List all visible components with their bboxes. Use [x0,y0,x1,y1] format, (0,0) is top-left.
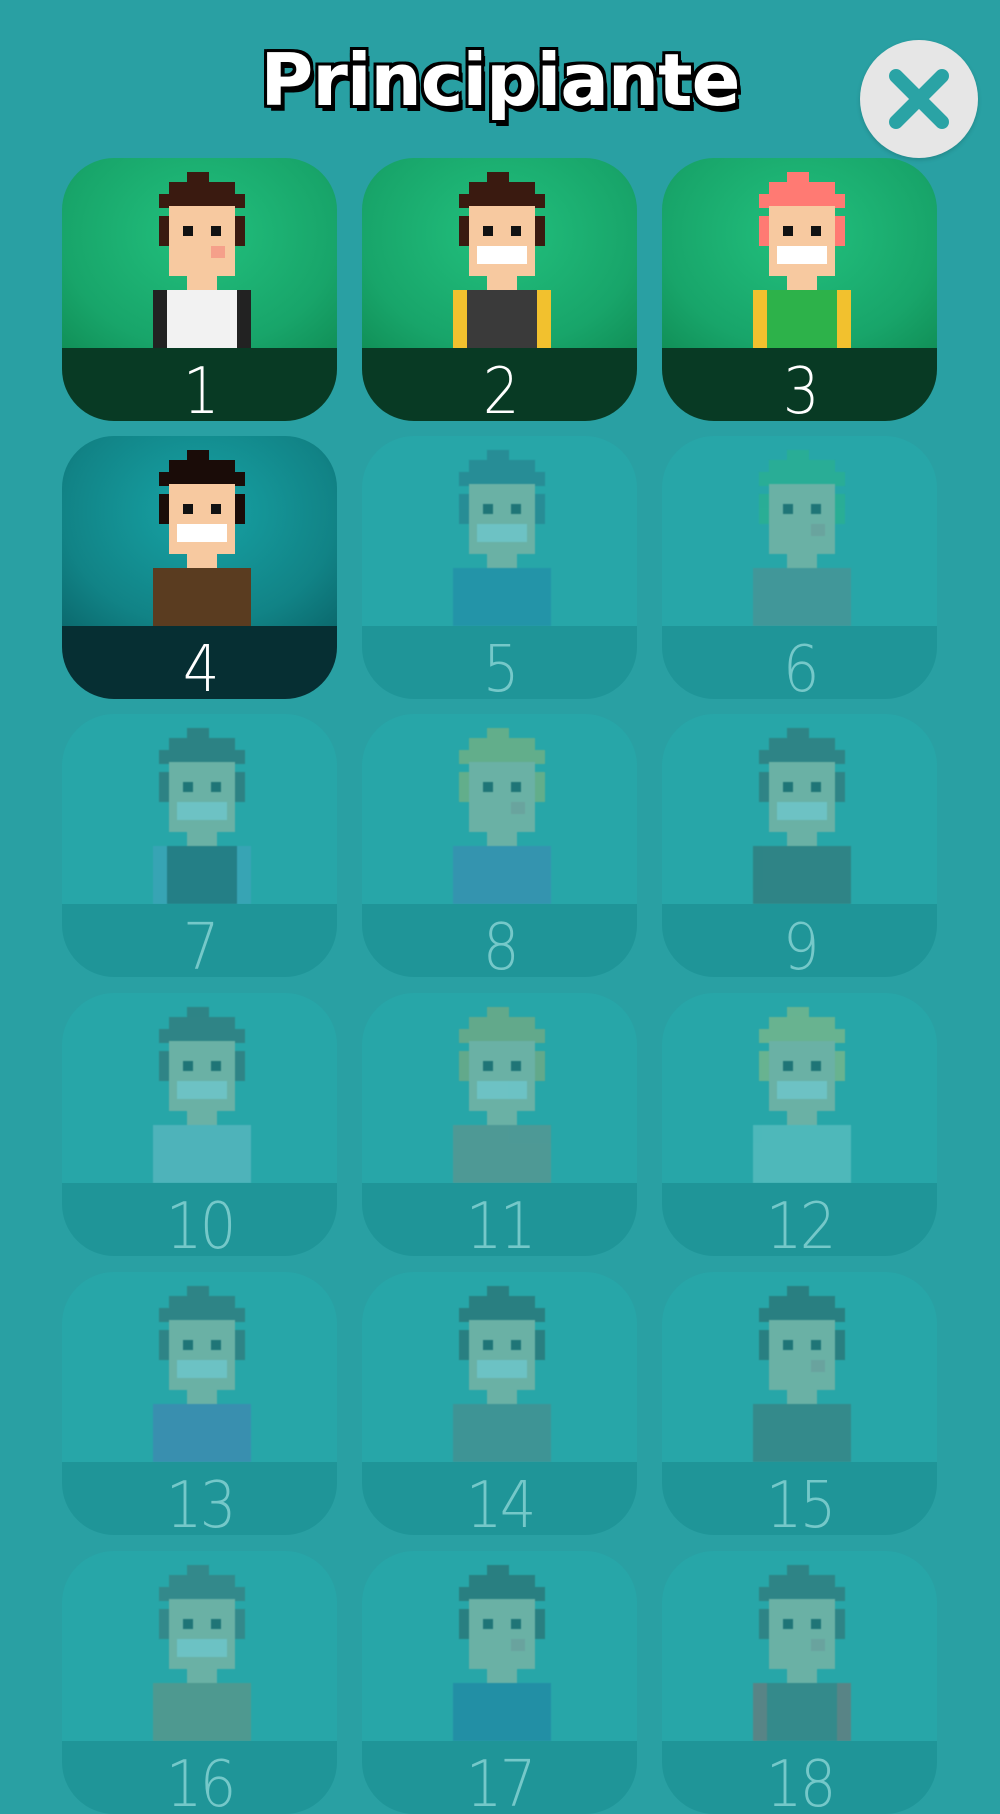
level-tile-portrait-area [362,436,637,626]
level-number: 5 [483,638,517,700]
level-tile-3[interactable]: 3 [662,158,937,421]
level-number: 12 [766,1195,834,1257]
level-tile-7: 7 [62,714,337,977]
character-avatar-icon [747,1286,857,1462]
level-tile-portrait-area [362,993,637,1183]
level-tile-5: 5 [362,436,637,699]
level-tile-11: 11 [362,993,637,1256]
level-tile-footer: 7 [62,904,337,977]
character-avatar-icon [147,1286,257,1462]
level-tile-16: 16 [62,1551,337,1814]
level-tile-portrait-area [362,1551,637,1741]
level-tile-4[interactable]: 4 [62,436,337,699]
level-tile-portrait-area [662,1272,937,1462]
character-avatar-icon [747,728,857,904]
level-tile-portrait-area [62,158,337,348]
character-avatar-icon [447,1565,557,1741]
level-number: 2 [483,360,517,422]
level-tile-footer: 3 [662,348,937,421]
character-avatar-icon [147,172,257,348]
level-tile-portrait-area [662,714,937,904]
level-tile-portrait-area [362,714,637,904]
level-number: 17 [466,1753,534,1814]
character-avatar-icon [447,1286,557,1462]
character-avatar-icon [147,1007,257,1183]
level-tile-portrait-area [62,1551,337,1741]
level-number: 10 [166,1195,234,1257]
level-tile-footer: 15 [662,1462,937,1535]
level-tile-portrait-area [662,158,937,348]
character-avatar-icon [147,450,257,626]
level-tile-portrait-area [62,436,337,626]
level-tile-footer: 12 [662,1183,937,1256]
level-tile-portrait-area [362,158,637,348]
level-number: 4 [183,638,217,700]
level-tile-portrait-area [662,1551,937,1741]
level-tile-footer: 13 [62,1462,337,1535]
level-number: 18 [766,1753,834,1814]
level-tile-12: 12 [662,993,937,1256]
level-number: 8 [483,916,517,978]
level-number: 16 [166,1753,234,1814]
level-tile-15: 15 [662,1272,937,1535]
character-avatar-icon [747,172,857,348]
level-number: 9 [783,916,817,978]
level-tile-18: 18 [662,1551,937,1814]
level-tile-2[interactable]: 2 [362,158,637,421]
close-icon [884,64,954,134]
level-tile-17: 17 [362,1551,637,1814]
character-avatar-icon [147,1565,257,1741]
level-number: 3 [783,360,817,422]
level-number: 7 [183,916,217,978]
character-avatar-icon [447,1007,557,1183]
level-tile-footer: 14 [362,1462,637,1535]
character-avatar-icon [447,172,557,348]
level-tile-8: 8 [362,714,637,977]
level-tile-9: 9 [662,714,937,977]
level-tile-footer: 5 [362,626,637,699]
level-tile-portrait-area [62,993,337,1183]
level-tile-portrait-area [62,714,337,904]
level-tile-6: 6 [662,436,937,699]
level-number: 11 [466,1195,534,1257]
level-tile-footer: 10 [62,1183,337,1256]
level-tile-10: 10 [62,993,337,1256]
character-avatar-icon [747,450,857,626]
level-tile-footer: 4 [62,626,337,699]
close-button[interactable] [860,40,978,158]
level-tile-portrait-area [62,1272,337,1462]
level-tile-footer: 9 [662,904,937,977]
level-number: 1 [183,360,217,422]
level-tile-footer: 11 [362,1183,637,1256]
character-avatar-icon [747,1565,857,1741]
level-tile-portrait-area [662,436,937,626]
character-avatar-icon [147,728,257,904]
level-tile-footer: 6 [662,626,937,699]
level-number: 14 [466,1474,534,1536]
character-avatar-icon [447,450,557,626]
level-tile-footer: 1 [62,348,337,421]
screen-title: Principiante [0,38,1000,122]
level-number: 15 [766,1474,834,1536]
level-number: 13 [166,1474,234,1536]
level-tile-footer: 2 [362,348,637,421]
level-tile-portrait-area [362,1272,637,1462]
level-tile-footer: 8 [362,904,637,977]
character-avatar-icon [447,728,557,904]
level-tile-1[interactable]: 1 [62,158,337,421]
level-tile-13: 13 [62,1272,337,1535]
level-tile-portrait-area [662,993,937,1183]
level-number: 6 [783,638,817,700]
character-avatar-icon [747,1007,857,1183]
level-tile-14: 14 [362,1272,637,1535]
